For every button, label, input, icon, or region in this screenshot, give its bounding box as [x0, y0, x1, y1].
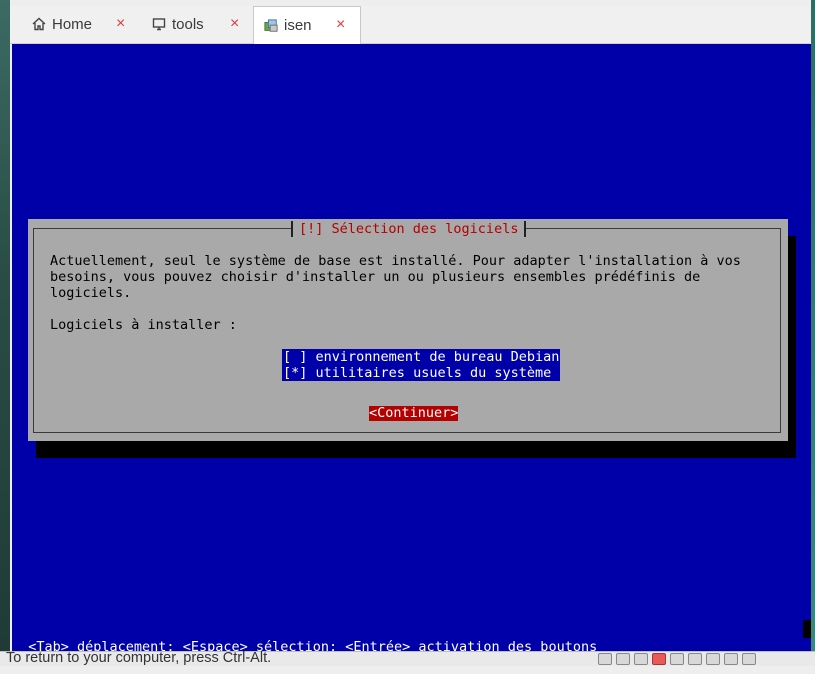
tab-bar: Home × tools × isen × [10, 6, 810, 44]
software-prompt: Logiciels à installer : [50, 317, 237, 333]
close-icon[interactable]: × [230, 15, 239, 33]
monitor-icon [152, 17, 166, 31]
description-line: logiciels. [50, 285, 132, 301]
close-icon[interactable]: × [336, 16, 345, 34]
network-icon[interactable] [652, 653, 666, 665]
cd-icon[interactable] [616, 653, 630, 665]
home-icon [32, 17, 46, 31]
tab-label: Home [52, 15, 93, 33]
tab-label: isen [284, 17, 312, 34]
disk-icon[interactable] [598, 653, 612, 665]
option-standard-utilities[interactable]: [*] utilitaires usuels du système [282, 365, 561, 381]
checkbox-marker: [*] [283, 365, 308, 381]
tab-home[interactable]: Home × [10, 6, 142, 42]
dialog-title: [!] Sélection des logiciels [291, 221, 527, 237]
option-label: environnement de bureau Debian [315, 349, 560, 365]
desktop-edge-left [0, 0, 10, 665]
device-tray [598, 653, 756, 666]
description-line: besoins, vous pouvez choisir d'installer… [50, 269, 701, 285]
network-icon[interactable] [706, 653, 720, 665]
tab-tools[interactable]: tools × [130, 6, 256, 42]
network-icon[interactable] [670, 653, 684, 665]
console-help-line: <Tab> déplacement; <Espace> sélection; <… [12, 620, 811, 655]
continue-button[interactable]: <Continuer> [369, 406, 459, 421]
dialog-frame: [!] Sélection des logiciels Actuellement… [33, 221, 781, 433]
network-icon[interactable] [724, 653, 738, 665]
cursor-block [803, 620, 811, 638]
desktop-edge-right [811, 0, 815, 665]
tab-label: tools [172, 15, 204, 33]
status-bar: To return to your computer, press Ctrl-A… [0, 650, 815, 666]
close-icon[interactable]: × [116, 15, 125, 33]
network-icon[interactable] [688, 653, 702, 665]
usb-icon[interactable] [634, 653, 648, 665]
option-label: utilitaires usuels du système [315, 365, 552, 381]
software-selection-dialog: [!] Sélection des logiciels Actuellement… [28, 219, 788, 441]
description-line: Actuellement, seul le système de base es… [50, 253, 741, 269]
option-desktop-environment[interactable]: [ ] environnement de bureau Debian [282, 349, 561, 365]
network-icon[interactable] [742, 653, 756, 665]
release-hint: To return to your computer, press Ctrl-A… [6, 650, 272, 666]
vm-icon [264, 18, 278, 33]
tab-isen[interactable]: isen × [253, 6, 361, 44]
checkbox-marker: [ ] [283, 349, 308, 365]
